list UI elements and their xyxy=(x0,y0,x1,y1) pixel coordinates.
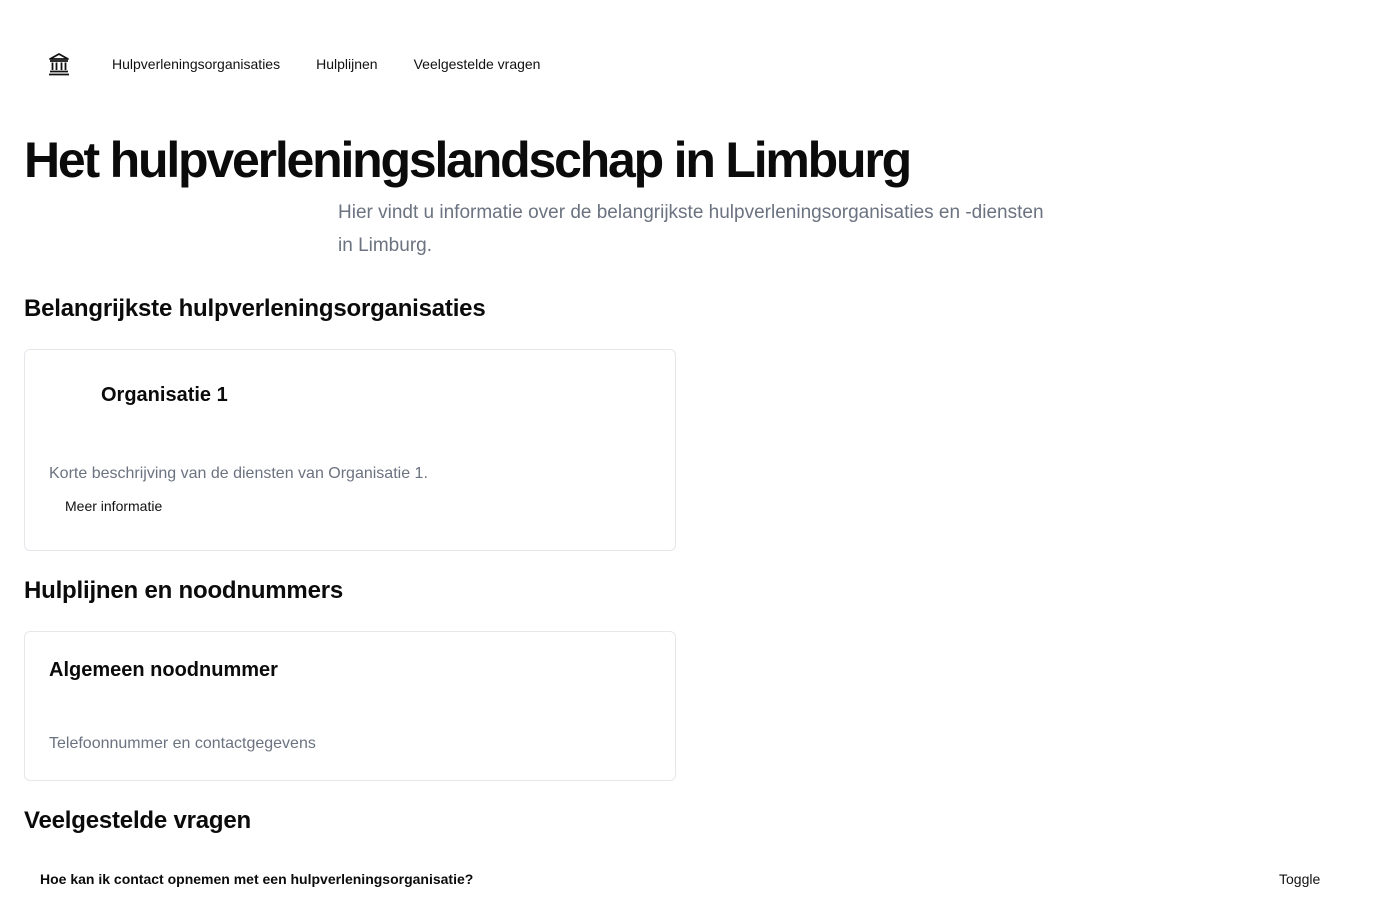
card-title: Algemeen noodnummer xyxy=(49,659,278,681)
page-subtitle: Hier vindt u informatie over de belangri… xyxy=(338,202,1044,256)
helpline-card: Algemeen noodnummer Telefoonnummer en co… xyxy=(24,631,676,781)
page: Hulpverleningsorganisaties Hulplijnen Ve… xyxy=(0,0,1376,921)
nav-link-organisaties[interactable]: Hulpverleningsorganisaties xyxy=(112,50,280,78)
faq-toggle-button[interactable]: Toggle xyxy=(1279,868,1320,890)
bank-icon xyxy=(49,53,69,76)
section-heading-hulplijnen: Hulplijnen en noodnummers xyxy=(24,577,344,604)
nav-link-veelgestelde-vragen[interactable]: Veelgestelde vragen xyxy=(414,50,541,78)
section-heading-organisaties: Belangrijkste hulpverleningsorganisaties xyxy=(24,295,486,322)
faq-question[interactable]: Hoe kan ik contact opnemen met een hulpv… xyxy=(40,868,473,890)
card-description: Korte beschrijving van de diensten van O… xyxy=(49,465,428,482)
page-title: Het hulpverleningslandschap in Limburg xyxy=(24,132,912,188)
nav-link-hulplijnen[interactable]: Hulplijnen xyxy=(316,50,377,78)
more-info-link[interactable]: Meer informatie xyxy=(65,496,162,516)
section-heading-faq: Veelgestelde vragen xyxy=(24,807,251,834)
card-title: Organisatie 1 xyxy=(101,384,228,406)
home-link[interactable] xyxy=(48,50,72,78)
top-nav: Hulpverleningsorganisaties Hulplijnen Ve… xyxy=(48,50,576,78)
card-description: Telefoonnummer en contactgegevens xyxy=(49,735,316,752)
organization-card: Organisatie 1 Korte beschrijving van de … xyxy=(24,349,676,551)
